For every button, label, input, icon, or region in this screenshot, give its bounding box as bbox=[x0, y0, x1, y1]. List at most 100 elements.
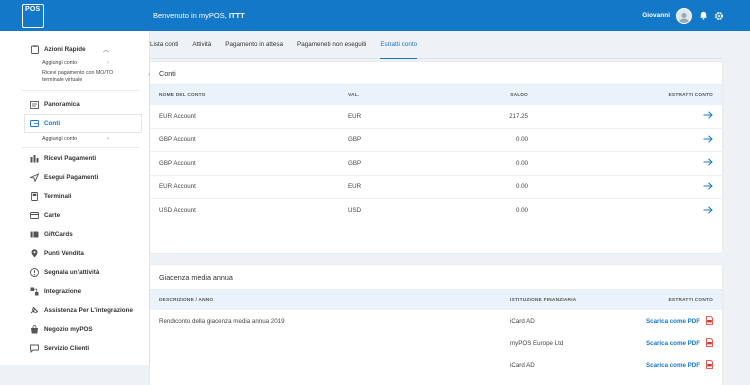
welcome-text: Benvenuto in myPOS, ITTT bbox=[153, 11, 245, 20]
account-name-cell: EUR Account bbox=[159, 112, 196, 120]
arrow-right-icon[interactable] bbox=[703, 158, 713, 168]
sidebar-item-servizio-clienti[interactable]: Servizio Clienti bbox=[0, 339, 149, 358]
col-header-descrizione: DESCRIZIONE / ANNO bbox=[159, 297, 214, 303]
divider bbox=[22, 147, 139, 148]
sidebar: Azioni Rapide ︿ Aggiungi conto › Ricevi p… bbox=[0, 31, 150, 365]
institution-cell: iCard AD bbox=[510, 317, 535, 325]
integration-icon bbox=[30, 287, 39, 296]
account-name-cell: EUR Account bbox=[159, 183, 196, 191]
currency-cell: EUR bbox=[348, 183, 362, 191]
tab-bar: Lista conti Attività Pagamento in attesa… bbox=[150, 31, 722, 59]
tab-pagamento-in-attesa[interactable]: Pagamento in attesa bbox=[225, 31, 283, 59]
chevron-icon: › bbox=[107, 136, 109, 142]
sidebar-item-negozio[interactable]: Negozio myPOS bbox=[0, 320, 149, 339]
card-title: Giacenza media annua bbox=[150, 265, 722, 290]
sidebar-item-azioni-rapide[interactable]: Azioni Rapide ︿ bbox=[0, 40, 149, 59]
terminal-icon bbox=[30, 192, 39, 201]
chevron-up-icon[interactable]: ︿ bbox=[103, 45, 109, 54]
table-row: Rendiconto della giacenza media annua 20… bbox=[150, 310, 722, 332]
gift-icon bbox=[30, 230, 39, 239]
table-header: NOME DEL CONTO VAL. SALDO ESTRATTI CONTO bbox=[150, 85, 722, 105]
table-row[interactable]: GBP Account GBP 0.00 bbox=[150, 129, 722, 152]
gear-icon[interactable] bbox=[714, 11, 724, 21]
sidebar-subitem-moto[interactable]: Ricevi pagamento con MO/TO terminale vir… bbox=[0, 69, 150, 86]
sidebar-subitem-aggiungi-conto-2[interactable]: Aggiungi conto › bbox=[0, 133, 149, 147]
account-name-cell: GBP Account bbox=[159, 136, 196, 144]
sidebar-item-integrazione[interactable]: Integrazione bbox=[0, 282, 149, 301]
receive-icon bbox=[30, 154, 39, 163]
col-header-estratti: ESTRATTI CONTO bbox=[668, 297, 713, 303]
table-header: DESCRIZIONE / ANNO ISTITUZIONE FINANZIAR… bbox=[150, 290, 722, 310]
sidebar-item-esegui-pagamenti[interactable]: Esegui Pagamenti bbox=[0, 168, 149, 187]
avatar[interactable] bbox=[676, 7, 692, 24]
currency-cell: GBP bbox=[348, 136, 362, 144]
chevron-icon: › bbox=[107, 60, 109, 66]
send-icon bbox=[30, 173, 39, 182]
currency-cell: USD bbox=[348, 207, 362, 215]
chat-icon bbox=[30, 344, 39, 353]
col-header-valuta: VAL. bbox=[348, 92, 360, 98]
table-row[interactable]: EUR Account EUR 0.00 bbox=[150, 176, 722, 199]
balance-cell: 0.00 bbox=[515, 207, 528, 215]
shop-icon bbox=[30, 325, 39, 334]
conti-card: Conti NOME DEL CONTO VAL. SALDO ESTRATTI… bbox=[150, 62, 722, 253]
description-cell: Rendiconto della giacenza media annua 20… bbox=[159, 317, 285, 325]
tab-estratti-conto[interactable]: Estratti conto bbox=[380, 31, 418, 59]
location-icon bbox=[30, 249, 39, 258]
balance-cell: 0.00 bbox=[515, 136, 528, 144]
account-name-cell: USD Account bbox=[159, 207, 196, 215]
col-header-saldo: SALDO bbox=[510, 92, 528, 98]
user-name[interactable]: Giovanni bbox=[642, 12, 670, 19]
pdf-icon[interactable] bbox=[706, 359, 713, 371]
balance-cell: 0.00 bbox=[515, 159, 528, 167]
col-header-estratti: ESTRATTI CONTO bbox=[668, 92, 713, 98]
balance-cell: 217.25 bbox=[509, 112, 528, 120]
pdf-icon[interactable] bbox=[706, 337, 713, 349]
tab-pagamenti-non-eseguiti[interactable]: Pagameneti non eseguiti bbox=[297, 31, 366, 59]
sidebar-item-carte[interactable]: Carte bbox=[0, 206, 149, 225]
divider bbox=[22, 90, 139, 91]
arrow-right-icon[interactable] bbox=[703, 135, 713, 145]
table-row: myPOS Europe Ltd Scarica come PDF bbox=[150, 332, 722, 354]
tab-attivita[interactable]: Attività bbox=[192, 31, 211, 59]
top-bar: POS Benvenuto in myPOS, ITTT Giovanni bbox=[0, 0, 750, 31]
overview-icon bbox=[30, 100, 39, 109]
sidebar-item-conti[interactable]: Conti bbox=[24, 114, 142, 133]
arrow-right-icon[interactable] bbox=[703, 111, 713, 121]
table-row[interactable]: GBP Account GBP 0.00 bbox=[150, 152, 722, 176]
arrow-right-icon[interactable] bbox=[703, 206, 713, 216]
currency-cell: GBP bbox=[348, 159, 362, 167]
download-pdf-link[interactable]: Scarica come PDF bbox=[646, 340, 700, 347]
wallet-icon bbox=[30, 119, 39, 128]
table-row[interactable]: EUR Account EUR 217.25 bbox=[150, 105, 722, 129]
sidebar-item-terminali[interactable]: Terminali bbox=[0, 187, 149, 206]
table-row[interactable]: USD Account USD 0.00 bbox=[150, 199, 722, 223]
account-name-cell: GBP Account bbox=[159, 159, 196, 167]
download-pdf-link[interactable]: Scarica come PDF bbox=[646, 362, 700, 369]
sidebar-item-segnala[interactable]: Segnala un'attività bbox=[0, 263, 149, 282]
download-pdf-link[interactable]: Scarica come PDF bbox=[646, 318, 700, 325]
sidebar-item-giftcards[interactable]: GiftCards bbox=[0, 225, 149, 244]
mypos-logo[interactable]: POS bbox=[22, 3, 44, 28]
main-content: Lista conti Attività Pagamento in attesa… bbox=[150, 31, 750, 385]
institution-cell: myPOS Europe Ltd bbox=[510, 339, 564, 347]
support-icon bbox=[30, 306, 39, 315]
pdf-icon[interactable] bbox=[706, 315, 713, 327]
arrow-right-icon[interactable] bbox=[703, 182, 713, 192]
tab-lista-conti[interactable]: Lista conti bbox=[150, 31, 178, 59]
sidebar-subitem-aggiungi-conto[interactable]: Aggiungi conto › bbox=[0, 59, 149, 69]
account-name: ITTT bbox=[228, 11, 245, 20]
balance-cell: 0.00 bbox=[515, 183, 528, 191]
logo-area[interactable]: POS bbox=[0, 0, 141, 31]
col-header-nome: NOME DEL CONTO bbox=[159, 92, 206, 98]
sidebar-item-ricevi-pagamenti[interactable]: Ricevi Pagamenti bbox=[0, 149, 149, 168]
sidebar-item-assistenza[interactable]: Assistenza Per L'integrazione bbox=[0, 301, 149, 320]
bell-icon[interactable] bbox=[698, 11, 708, 21]
institution-cell: iCard AD bbox=[510, 361, 535, 369]
sidebar-item-punti-vendita[interactable]: Punti Vendita bbox=[0, 244, 149, 263]
col-header-istituzione: ISTITUZIONE FINANZIARIA bbox=[510, 297, 577, 303]
clipboard-icon bbox=[30, 45, 39, 54]
card-title: Conti bbox=[150, 62, 722, 85]
sidebar-item-panoramica[interactable]: Panoramica bbox=[0, 95, 149, 114]
giacenza-card: Giacenza media annua DESCRIZIONE / ANNO … bbox=[150, 265, 722, 385]
